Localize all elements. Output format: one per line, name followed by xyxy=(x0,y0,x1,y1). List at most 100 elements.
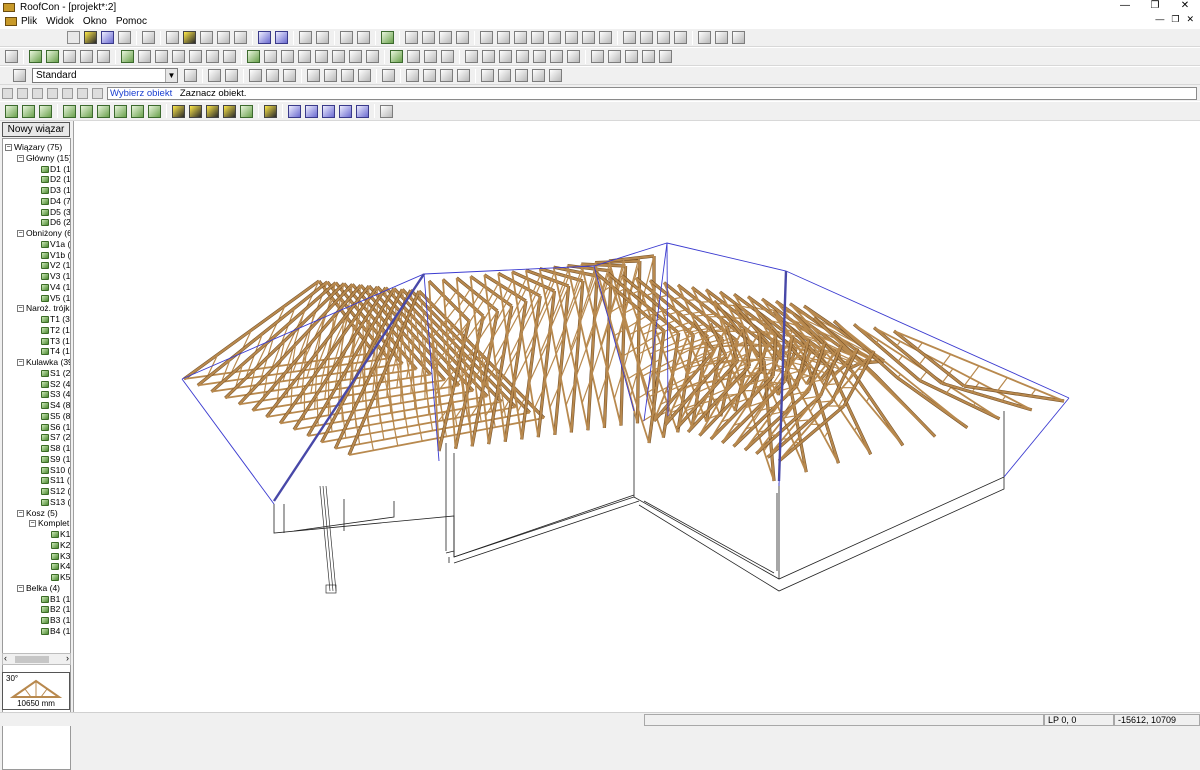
copy-icon[interactable] xyxy=(63,50,76,63)
undo-icon[interactable] xyxy=(258,31,271,44)
scroll-right-icon[interactable]: › xyxy=(66,653,69,663)
tree-item[interactable]: B2 (1) xyxy=(41,604,71,615)
tree-subgroup[interactable]: −Komplet xyxy=(29,518,69,529)
tree-item[interactable]: S4 (8) xyxy=(41,400,71,411)
circle3-icon[interactable] xyxy=(599,31,612,44)
truss-tool-1-icon[interactable] xyxy=(121,50,134,63)
house-icon[interactable] xyxy=(307,69,320,82)
link-icon[interactable] xyxy=(217,31,230,44)
tree-item[interactable]: V1b (1) xyxy=(41,250,71,261)
member-tool-1-icon[interactable] xyxy=(247,50,260,63)
drawing-canvas[interactable] xyxy=(73,121,1200,712)
pencil-icon[interactable] xyxy=(659,50,672,63)
restore-icon[interactable]: ❐ xyxy=(1140,0,1170,12)
flag-icon[interactable] xyxy=(249,69,262,82)
new-truss-button[interactable]: Nowy wiązar xyxy=(2,122,70,137)
tree-item[interactable]: D4 (7) xyxy=(41,196,71,207)
truss-row-5-icon[interactable] xyxy=(80,105,93,118)
tree-item[interactable]: K5 xyxy=(51,572,70,583)
camera-icon[interactable] xyxy=(142,31,155,44)
tree-item[interactable]: V2 (1) xyxy=(41,260,71,271)
mirror-icon[interactable] xyxy=(299,31,312,44)
member-tool-5-icon[interactable] xyxy=(315,50,328,63)
save-icon[interactable] xyxy=(101,31,114,44)
truss-edit-icon[interactable] xyxy=(381,31,394,44)
frame-icon[interactable] xyxy=(324,69,337,82)
truss-row-2-icon[interactable] xyxy=(22,105,35,118)
split-icon[interactable] xyxy=(340,31,353,44)
tree-item[interactable]: V3 (1) xyxy=(41,271,71,282)
node3-icon[interactable] xyxy=(657,31,670,44)
report-6-icon[interactable] xyxy=(498,69,511,82)
tree-group[interactable]: −Kosz (5) xyxy=(17,508,58,519)
truss-row-3-icon[interactable] xyxy=(39,105,52,118)
node2-icon[interactable] xyxy=(640,31,653,44)
plate-tool-3-icon[interactable] xyxy=(424,50,437,63)
view1-icon[interactable] xyxy=(698,31,711,44)
style-tool-2-icon[interactable] xyxy=(225,69,238,82)
dim-text-icon[interactable] xyxy=(625,50,638,63)
tree-item[interactable]: T4 (1) xyxy=(41,346,71,357)
truss-row-1-icon[interactable] xyxy=(5,105,18,118)
truss-tool-3-icon[interactable] xyxy=(155,50,168,63)
key-icon[interactable] xyxy=(200,31,213,44)
member-tool-3-icon[interactable] xyxy=(281,50,294,63)
grid-dots-icon[interactable] xyxy=(591,50,604,63)
circle2-icon[interactable] xyxy=(582,31,595,44)
view3-icon[interactable] xyxy=(732,31,745,44)
tree-scrollbar[interactable]: ‹ › xyxy=(2,653,71,665)
tree-item[interactable]: T3 (1) xyxy=(41,336,71,347)
tree-item[interactable]: S11 (2) xyxy=(41,475,71,486)
redo-icon[interactable] xyxy=(275,31,288,44)
member-tool-2-icon[interactable] xyxy=(264,50,277,63)
measure-icon[interactable] xyxy=(497,31,510,44)
table-icon[interactable] xyxy=(456,31,469,44)
truss-row-16-icon[interactable] xyxy=(288,105,301,118)
confirm-icon[interactable] xyxy=(62,88,73,99)
frame3-icon[interactable] xyxy=(358,69,371,82)
report-5-icon[interactable] xyxy=(481,69,494,82)
scroll-thumb[interactable] xyxy=(15,656,49,663)
text-icon[interactable] xyxy=(608,50,621,63)
angle-icon[interactable] xyxy=(480,31,493,44)
truss-row-7-icon[interactable] xyxy=(114,105,127,118)
tree-item[interactable]: D2 (1) xyxy=(41,174,71,185)
mdi-minimize-icon[interactable]: — xyxy=(1155,14,1164,25)
tree-item[interactable]: B3 (1) xyxy=(41,615,71,626)
truss-tool-6-icon[interactable] xyxy=(206,50,219,63)
tree-item[interactable]: V1a (1) xyxy=(41,239,71,250)
tree-item[interactable]: K3 xyxy=(51,551,70,562)
line-icon[interactable] xyxy=(405,31,418,44)
node1-icon[interactable] xyxy=(623,31,636,44)
arc-icon[interactable] xyxy=(531,31,544,44)
tree-group[interactable]: −Kulawka (39) xyxy=(17,357,71,368)
dim-icon[interactable] xyxy=(422,31,435,44)
draw-line-icon[interactable] xyxy=(465,50,478,63)
flag2-icon[interactable] xyxy=(266,69,279,82)
truss-tool-5-icon[interactable] xyxy=(189,50,202,63)
tree-item[interactable]: K1 xyxy=(51,529,70,540)
report-8-icon[interactable] xyxy=(532,69,545,82)
menu-pomoc[interactable]: Pomoc xyxy=(116,16,147,27)
circle-icon[interactable] xyxy=(565,31,578,44)
tree-item[interactable]: V5 (1) xyxy=(41,293,71,304)
print-preview-icon[interactable] xyxy=(118,31,131,44)
style-tool-1-icon[interactable] xyxy=(208,69,221,82)
member-tool-6-icon[interactable] xyxy=(332,50,345,63)
tree-item[interactable]: T1 (3) xyxy=(41,314,71,325)
pointer-icon[interactable] xyxy=(5,50,18,63)
tree-item[interactable]: B4 (1) xyxy=(41,626,71,637)
truss-row-15-icon[interactable] xyxy=(264,105,277,118)
tree-item[interactable]: S10 (2) xyxy=(41,465,71,476)
style-props-icon[interactable] xyxy=(184,69,197,82)
tree-item[interactable]: S13 (2) xyxy=(41,497,71,508)
scroll-left-icon[interactable]: ‹ xyxy=(4,653,7,663)
cmd-tool-4-icon[interactable] xyxy=(77,88,88,99)
report-7-icon[interactable] xyxy=(515,69,528,82)
offset-icon[interactable] xyxy=(439,31,452,44)
select-all-icon[interactable] xyxy=(46,50,59,63)
report-4-icon[interactable] xyxy=(457,69,470,82)
tree-item[interactable]: D3 (1) xyxy=(41,185,71,196)
tree-item[interactable]: S9 (1) xyxy=(41,454,71,465)
tree-item[interactable]: K4 xyxy=(51,561,70,572)
